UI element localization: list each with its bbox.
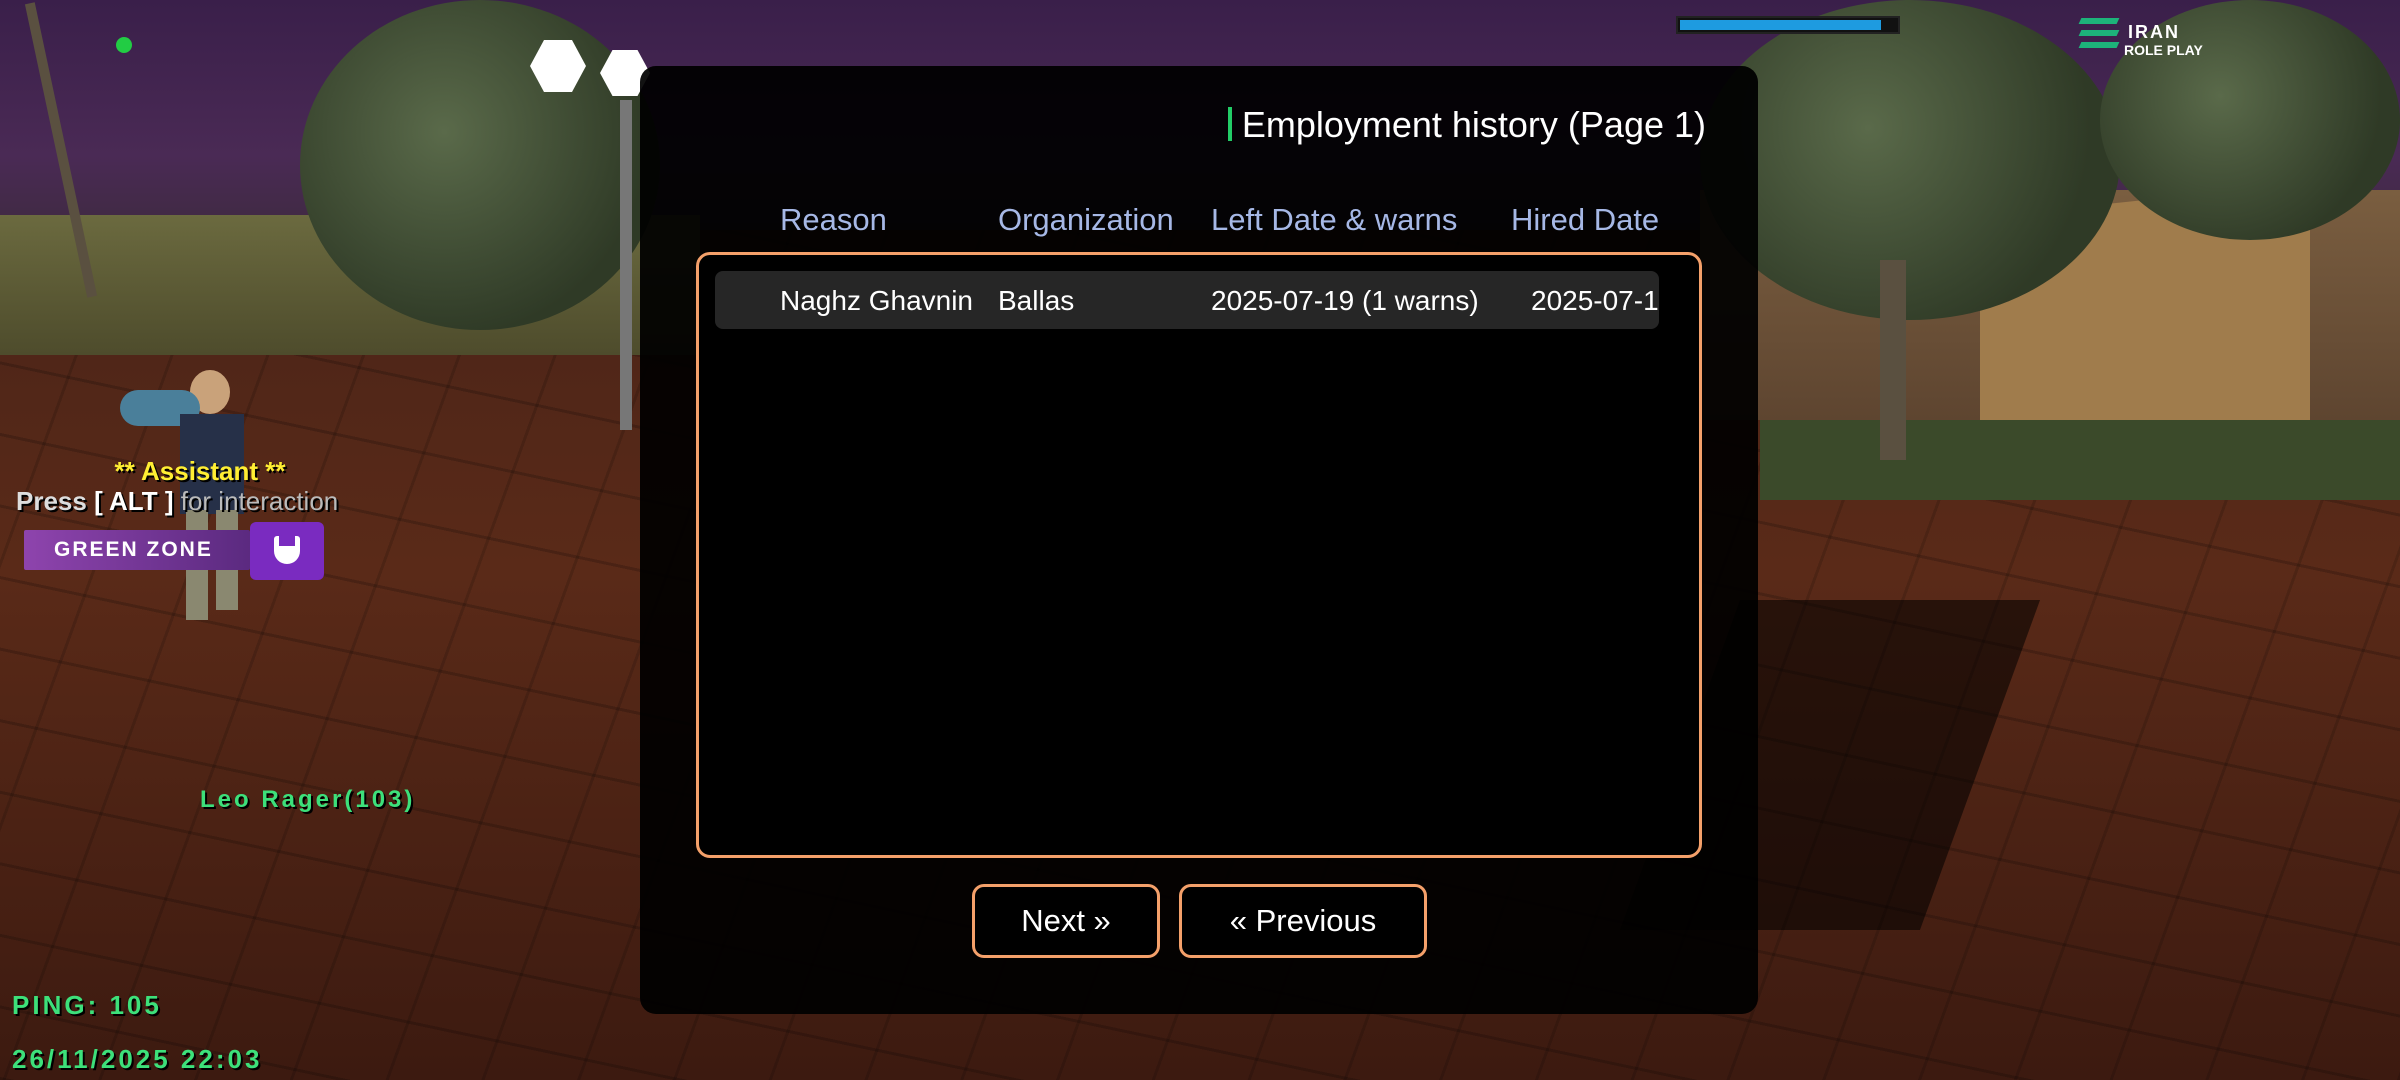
hint-suffix: for interaction — [180, 486, 339, 516]
interaction-hint: Press [ ALT ] for interaction — [16, 486, 338, 517]
column-header-reason: Reason — [780, 202, 887, 237]
logo-line1: IRAN — [2128, 22, 2180, 42]
server-logo: IRAN ROLE PLAY — [2078, 14, 2240, 62]
cell-hired-date: 2025-07-1 — [1531, 285, 1659, 316]
employment-history-dialog: Employment history (Page 1) Reason Organ… — [640, 66, 1758, 1014]
health-bar — [1676, 16, 1900, 34]
shield-icon — [274, 536, 300, 564]
hint-key: [ ALT ] — [94, 486, 174, 516]
ping-readout: PING: 105 — [12, 990, 162, 1020]
grass-strip — [1760, 420, 2400, 500]
health-bar-fill — [1680, 20, 1881, 30]
green-zone-badge: GREEN ZONE — [24, 530, 250, 570]
column-header-organization: Organization — [998, 202, 1174, 237]
history-list[interactable]: Naghz Ghavnin Ballas 2025-07-19 (1 warns… — [696, 252, 1702, 858]
date-time-readout: 26/11/2025 22:03 — [12, 1044, 263, 1074]
lamp-post — [620, 100, 632, 430]
player-name-tag: Leo Rager(103) — [200, 786, 416, 813]
dialog-title: Employment history (Page 1) — [1227, 104, 1706, 146]
hint-prefix: Press — [16, 486, 87, 516]
tree-left — [300, 0, 660, 330]
cell-organization: Ballas — [998, 285, 1075, 316]
column-header-left-date: Left Date & warns — [1211, 202, 1458, 237]
zone-label: GREEN ZONE — [54, 538, 213, 561]
cell-left-date: 2025-07-19 (1 warns) — [1211, 285, 1479, 316]
tree-right — [1700, 0, 2120, 320]
dialog-title-text: Employment history (Page 1) — [1241, 104, 1706, 145]
column-header-hired-date: Hired Date — [1511, 202, 1660, 237]
cell-reason: Naghz Ghavnin — [780, 285, 974, 316]
tree-right-trunk — [1880, 260, 1906, 460]
logo-line2: ROLE PLAY — [2124, 42, 2203, 58]
previous-page-button[interactable]: « Previous — [1179, 884, 1427, 958]
table-row[interactable]: Naghz Ghavnin Ballas 2025-07-19 (1 warns… — [715, 271, 1659, 329]
next-page-button[interactable]: Next » — [972, 884, 1160, 958]
title-marker — [1227, 107, 1232, 141]
status-dot — [116, 37, 132, 53]
assistant-title: ** Assistant ** — [114, 456, 286, 486]
zone-shield-badge — [250, 522, 324, 580]
